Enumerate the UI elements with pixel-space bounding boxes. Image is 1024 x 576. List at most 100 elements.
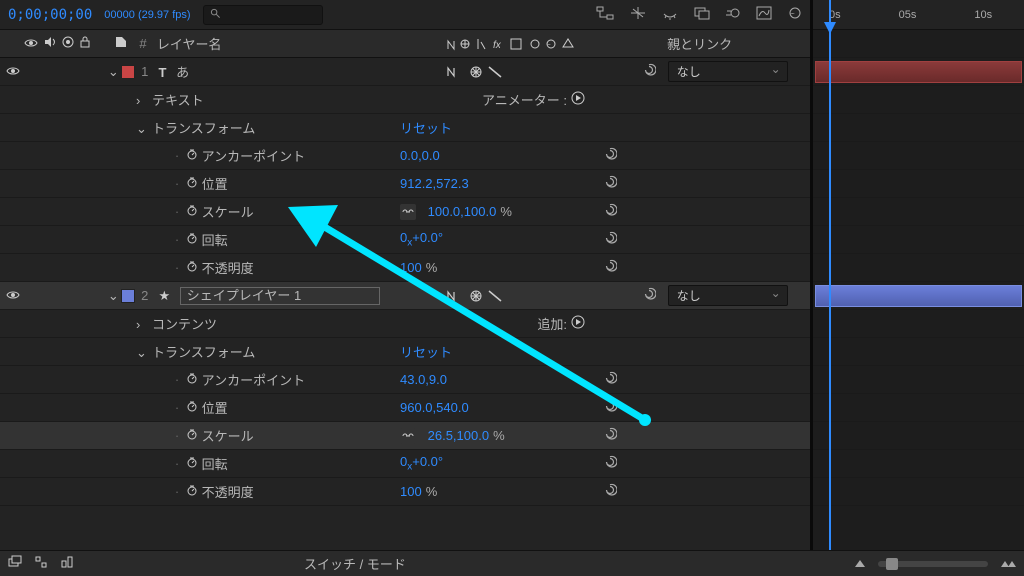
zoom-in-icon[interactable] <box>1000 556 1016 571</box>
visibility-toggle[interactable] <box>6 288 20 303</box>
pickwhip-icon[interactable] <box>595 371 625 388</box>
prop-value[interactable]: 960.0,540.0 <box>400 400 469 415</box>
stopwatch-icon[interactable] <box>186 204 198 219</box>
visibility-toggle[interactable] <box>6 64 20 79</box>
stopwatch-icon[interactable] <box>186 176 198 191</box>
collapse-toggle[interactable] <box>136 317 148 332</box>
pickwhip-icon[interactable] <box>635 287 664 304</box>
constrain-icon[interactable] <box>400 428 416 444</box>
reset-link[interactable]: リセット <box>400 118 452 137</box>
switch-quality-icon[interactable] <box>469 289 483 303</box>
pickwhip-icon[interactable] <box>595 399 625 416</box>
pickwhip-icon[interactable] <box>595 427 625 444</box>
pickwhip-icon[interactable] <box>595 147 625 164</box>
parent-dropdown[interactable]: なし <box>668 285 788 306</box>
prop-opacity-row[interactable]: · 不透明度 100% <box>0 478 810 506</box>
solo-icon[interactable] <box>62 36 74 51</box>
layer-search[interactable] <box>203 5 323 25</box>
prop-value[interactable]: 100.0,100.0 <box>428 204 497 219</box>
stopwatch-icon[interactable] <box>186 148 198 163</box>
layer-row-2[interactable]: 2 ★ シェイプレイヤー 1 なし <box>0 282 810 310</box>
time-ruler[interactable]: 0s 05s 10s <box>813 0 1024 30</box>
contents-group-row[interactable]: コンテンツ 追加: <box>0 310 810 338</box>
stopwatch-icon[interactable] <box>186 260 198 275</box>
prop-rotation-row[interactable]: · 回転 0x+0.0° <box>0 450 810 478</box>
animator-add-icon[interactable] <box>571 91 585 108</box>
stopwatch-icon[interactable] <box>186 372 198 387</box>
parent-column-header[interactable]: 親とリンク <box>663 34 810 53</box>
frame-blend-icon[interactable] <box>694 6 710 23</box>
pickwhip-icon[interactable] <box>595 483 625 500</box>
prop-value[interactable]: 0x+0.0° <box>400 454 443 473</box>
toggle-switches-icon[interactable] <box>34 555 48 572</box>
pickwhip-icon[interactable] <box>595 259 625 276</box>
collapse-toggle[interactable] <box>136 345 148 361</box>
layer2-bar[interactable] <box>815 285 1022 307</box>
collapse-toggle[interactable] <box>107 64 119 80</box>
prop-rotation-row[interactable]: · 回転 0x+0.0° <box>0 226 810 254</box>
prop-opacity-row[interactable]: · 不透明度 100% <box>0 254 810 282</box>
pickwhip-icon[interactable] <box>595 203 625 220</box>
stopwatch-icon[interactable] <box>186 484 198 499</box>
prop-position-row[interactable]: · 位置 960.0,540.0 <box>0 394 810 422</box>
transform-group-row[interactable]: トランスフォーム リセット <box>0 114 810 142</box>
stopwatch-icon[interactable] <box>186 232 198 247</box>
prop-value[interactable]: 43.0,9.0 <box>400 372 447 387</box>
pickwhip-icon[interactable] <box>595 175 625 192</box>
text-group-row[interactable]: テキスト アニメーター : <box>0 86 810 114</box>
timeline-area[interactable]: 0s 05s 10s <box>810 0 1024 550</box>
shy-icon[interactable] <box>662 6 678 23</box>
prop-scale-row[interactable]: · スケール 26.5,100.0% <box>0 422 810 450</box>
switch-transform-icon[interactable] <box>445 64 465 80</box>
label-color[interactable] <box>121 289 135 303</box>
switch-quality-icon[interactable] <box>469 65 483 79</box>
switch-mode-toggle[interactable]: スイッチ / モード <box>304 554 406 573</box>
collapse-toggle[interactable] <box>107 288 119 304</box>
layer1-bar[interactable] <box>815 61 1022 83</box>
playhead[interactable] <box>829 0 831 550</box>
stopwatch-icon[interactable] <box>186 400 198 415</box>
prop-value[interactable]: 0x+0.0° <box>400 230 443 249</box>
zoom-out-icon[interactable] <box>854 556 866 571</box>
reset-link[interactable]: リセット <box>400 342 452 361</box>
adjustment-icon[interactable] <box>788 6 802 23</box>
constrain-icon[interactable] <box>400 204 416 220</box>
switch-sampling-icon[interactable] <box>487 65 503 79</box>
prop-value[interactable]: 100 <box>400 260 422 275</box>
layer-name[interactable]: あ <box>176 65 189 80</box>
pickwhip-icon[interactable] <box>595 455 625 472</box>
frame-blend-footer-icon[interactable] <box>60 555 74 572</box>
current-time[interactable]: 0;00;00;00 <box>8 7 92 23</box>
switch-sampling-icon[interactable] <box>487 289 503 303</box>
label-column-icon[interactable] <box>108 36 133 51</box>
pickwhip-icon[interactable] <box>595 231 625 248</box>
speaker-icon[interactable] <box>44 36 56 51</box>
draft-3d-icon[interactable] <box>630 6 646 23</box>
pickwhip-icon[interactable] <box>635 63 664 80</box>
collapse-toggle[interactable] <box>136 121 148 137</box>
parent-dropdown[interactable]: なし <box>668 61 788 82</box>
prop-anchor-row[interactable]: · アンカーポイント 0.0,0.0 <box>0 142 810 170</box>
motion-blur-icon[interactable] <box>726 6 740 23</box>
prop-value[interactable]: 100 <box>400 484 422 499</box>
lock-icon[interactable] <box>80 36 90 51</box>
prop-value[interactable]: 912.2,572.3 <box>400 176 469 191</box>
zoom-slider[interactable] <box>878 561 988 567</box>
layer-row-1[interactable]: 1 T あ なし <box>0 58 810 86</box>
stopwatch-icon[interactable] <box>186 428 198 443</box>
graph-editor-icon[interactable] <box>756 6 772 23</box>
name-column-header[interactable]: レイヤー名 <box>153 34 443 53</box>
layer-name-editing[interactable]: シェイプレイヤー 1 <box>180 287 380 305</box>
prop-position-row[interactable]: · 位置 912.2,572.3 <box>0 170 810 198</box>
stopwatch-icon[interactable] <box>186 456 198 471</box>
collapse-toggle[interactable] <box>136 93 148 108</box>
label-color[interactable] <box>121 65 135 79</box>
eye-icon[interactable] <box>24 36 38 51</box>
prop-anchor-row[interactable]: · アンカーポイント 43.0,9.0 <box>0 366 810 394</box>
prop-scale-row[interactable]: · スケール 100.0,100.0% <box>0 198 810 226</box>
prop-value[interactable]: 26.5,100.0 <box>428 428 489 443</box>
composition-flowchart-icon[interactable] <box>596 6 614 23</box>
switch-transform-icon[interactable] <box>445 288 465 304</box>
render-queue-icon[interactable] <box>8 555 22 572</box>
transform-group-row[interactable]: トランスフォーム リセット <box>0 338 810 366</box>
